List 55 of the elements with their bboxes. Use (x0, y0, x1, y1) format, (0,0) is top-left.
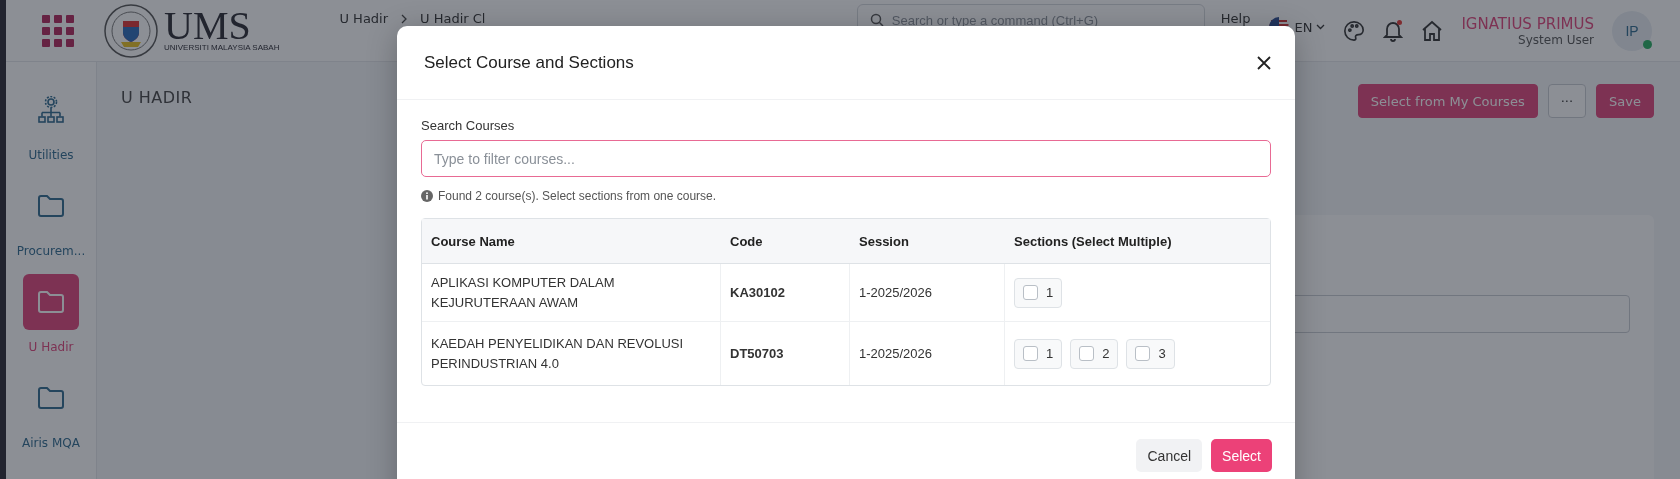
course-search-field[interactable]: Type to filter courses... (421, 140, 1271, 177)
folder-icon (38, 195, 64, 217)
info-text: Found 2 course(s). Select sections from one course. (438, 189, 717, 203)
folder-icon (38, 387, 64, 409)
user-avatar[interactable]: IP (1612, 10, 1652, 51)
bell-icon[interactable] (1383, 19, 1404, 42)
user-name: IGNATIUS PRIMUS (1461, 14, 1594, 33)
crest-icon (104, 3, 158, 58)
field-label: Search Courses (421, 118, 516, 133)
table-cell: KA30102 (721, 264, 850, 322)
folder-icon (38, 291, 64, 313)
table-cell: KAEDAH PENYELIDIKAN DAN REVOLUSI PERINDUSTRIAN 4.0 (422, 322, 721, 385)
table-cell: APLIKASI KOMPUTER DALAM KEJURUTERAAN AWAM (422, 264, 721, 322)
checkbox[interactable] (1079, 346, 1095, 361)
table-cell: DT50703 (721, 322, 850, 385)
apps-menu-icon[interactable] (42, 14, 74, 47)
breadcrumb-link[interactable]: U Hadir Cl (420, 11, 486, 26)
sidebar-label: Airis MQA (22, 436, 80, 450)
section-checkbox[interactable]: 2 (1070, 338, 1119, 369)
cancel-button[interactable]: Cancel (1136, 439, 1203, 472)
column-header: Code (721, 219, 850, 264)
section-checkbox[interactable]: 3 (1126, 338, 1175, 369)
checkbox[interactable] (1023, 346, 1038, 361)
caret-icon (1316, 24, 1326, 30)
sidebar-label: U Hadir (28, 340, 74, 354)
user-role: System User (1518, 32, 1594, 47)
action-button[interactable]: Save (1596, 84, 1654, 118)
logo-text: UMS (164, 9, 252, 43)
section-checkbox[interactable]: 1 (1014, 338, 1063, 369)
search-icon (869, 13, 884, 27)
column-header: Session (850, 219, 1005, 264)
section-checkbox[interactable]: 1 (1014, 277, 1063, 308)
logo-subtext: UNIVERSITI MALAYSIA SABAH (164, 43, 280, 52)
sitemap-icon (37, 96, 65, 124)
column-header: Sections (Select Multiple) (1005, 219, 1270, 264)
sidebar-item[interactable] (23, 274, 79, 330)
chevron-icon (400, 13, 409, 24)
more-button[interactable]: ··· (1547, 84, 1587, 118)
info-icon (421, 190, 433, 202)
close-button[interactable] (1257, 55, 1271, 70)
help-menu[interactable]: Help (1220, 11, 1251, 26)
select-button[interactable]: Select (1211, 439, 1272, 472)
home-icon[interactable] (1421, 19, 1444, 42)
table-cell: 1-2025/2026 (850, 322, 1005, 385)
sidebar-label: Procurem... (16, 244, 86, 258)
page-title: U HADIR (121, 88, 193, 107)
column-header: Course Name (422, 219, 721, 264)
table-cell: 1-2025/2026 (850, 264, 1005, 322)
checkbox[interactable] (1135, 346, 1151, 361)
dialog-title: Select Course and Sections (424, 52, 634, 73)
action-button[interactable]: Select from My Courses (1357, 84, 1538, 118)
breadcrumb-link[interactable]: U Hadir (339, 11, 389, 26)
sidebar-label: Utilities (28, 148, 74, 162)
palette-icon[interactable] (1343, 19, 1366, 42)
checkbox[interactable] (1023, 285, 1038, 300)
